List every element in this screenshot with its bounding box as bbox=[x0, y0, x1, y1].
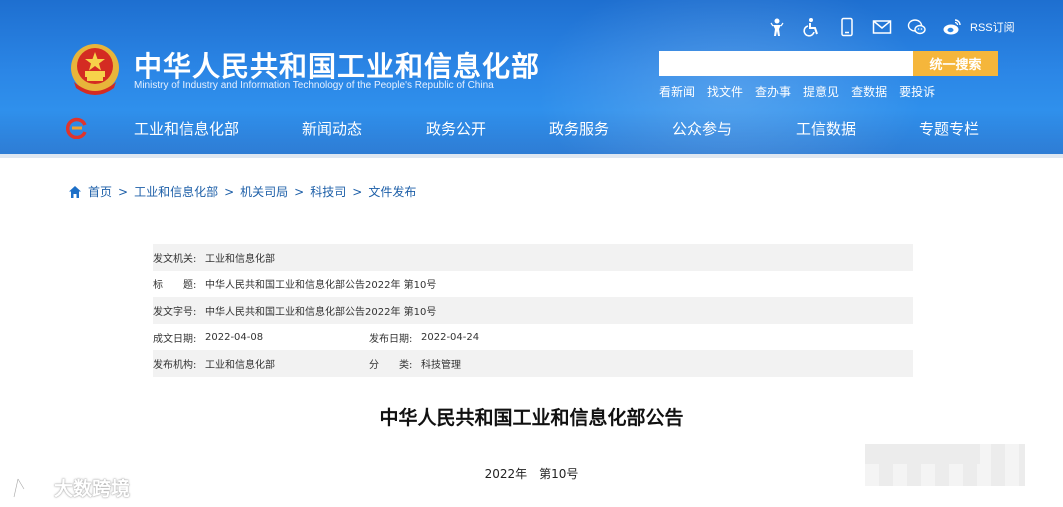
title-value: 中华人民共和国工业和信息化部公告2022年 第10号 bbox=[205, 280, 437, 292]
weibo-icon[interactable] bbox=[941, 16, 963, 38]
home-icon[interactable] bbox=[68, 185, 82, 199]
blurred-region bbox=[865, 444, 980, 464]
china-e-gov-logo-icon[interactable] bbox=[66, 117, 88, 139]
quick-link-services[interactable]: 查办事 bbox=[755, 83, 791, 100]
breadcrumb: 首页 > 工业和信息化部 > 机关司局 > 科技司 > 文件发布 bbox=[68, 183, 416, 200]
watermark-logo-icon bbox=[12, 477, 47, 498]
doc-no-label: 发文字号: bbox=[153, 306, 197, 318]
breadcrumb-separator: > bbox=[118, 184, 129, 199]
nav-item-public-participation[interactable]: 公众参与 bbox=[672, 118, 732, 139]
document-no: 第10号 bbox=[539, 467, 579, 481]
breadcrumb-science-dept[interactable]: 科技司 bbox=[310, 183, 346, 200]
search-button[interactable]: 统一搜索 bbox=[913, 51, 998, 76]
top-tools: RSS订阅 bbox=[766, 14, 1015, 40]
breadcrumb-home[interactable]: 首页 bbox=[88, 183, 112, 200]
meta-row-doc-no: 发文字号: 中华人民共和国工业和信息化部公告2022年 第10号 bbox=[153, 297, 913, 324]
issuer-value: 工业和信息化部 bbox=[205, 253, 275, 265]
org-value: 工业和信息化部 bbox=[205, 360, 275, 372]
quick-link-news[interactable]: 看新闻 bbox=[659, 83, 695, 100]
site-header: 中华人民共和国工业和信息化部 Ministry of Industry and … bbox=[0, 0, 1063, 158]
document-year: 2022年 bbox=[484, 467, 528, 481]
header-divider bbox=[0, 154, 1063, 158]
nav-item-gov-affairs[interactable]: 政务公开 bbox=[426, 118, 486, 139]
watermark: 大数跨境 bbox=[10, 474, 130, 501]
nav-item-news[interactable]: 新闻动态 bbox=[302, 118, 362, 139]
doc-no-value: 中华人民共和国工业和信息化部公告2022年 第10号 bbox=[205, 306, 437, 318]
search-input[interactable] bbox=[659, 51, 913, 76]
breadcrumb-ministry[interactable]: 工业和信息化部 bbox=[134, 183, 218, 200]
breadcrumb-departments[interactable]: 机关司局 bbox=[240, 183, 288, 200]
created-label: 成文日期: bbox=[153, 333, 197, 345]
accessibility-icon[interactable] bbox=[801, 16, 823, 38]
meta-row-title: 标 题: 中华人民共和国工业和信息化部公告2022年 第10号 bbox=[153, 271, 913, 298]
national-emblem-icon bbox=[71, 44, 119, 95]
quick-link-files[interactable]: 找文件 bbox=[707, 83, 743, 100]
nav-item-data[interactable]: 工信数据 bbox=[796, 118, 856, 139]
watermark-text: 大数跨境 bbox=[54, 478, 131, 500]
document-title: 中华人民共和国工业和信息化部公告 bbox=[379, 407, 684, 429]
issuer-label: 发文机关: bbox=[153, 253, 197, 265]
quick-link-suggestions[interactable]: 提意见 bbox=[803, 83, 839, 100]
title-label: 标 题: bbox=[153, 280, 197, 292]
document-meta-table: 发文机关: 工业和信息化部 标 题: 中华人民共和国工业和信息化部公告2022年… bbox=[153, 244, 913, 377]
published-value: 2022-04-24 bbox=[421, 331, 480, 343]
site-title[interactable]: 中华人民共和国工业和信息化部 bbox=[134, 45, 540, 85]
nav-item-gov-services[interactable]: 政务服务 bbox=[549, 118, 609, 139]
site-subtitle: Ministry of Industry and Information Tec… bbox=[134, 80, 494, 91]
meta-row-issuer: 发文机关: 工业和信息化部 bbox=[153, 244, 913, 271]
mobile-icon[interactable] bbox=[836, 16, 858, 38]
wechat-icon[interactable] bbox=[906, 16, 928, 38]
breadcrumb-file-release[interactable]: 文件发布 bbox=[368, 183, 416, 200]
org-label: 发布机构: bbox=[153, 360, 197, 372]
nav-item-ministry[interactable]: 工业和信息化部 bbox=[134, 118, 239, 139]
nav-item-special-topics[interactable]: 专题专栏 bbox=[919, 118, 979, 139]
published-label: 发布日期: bbox=[369, 333, 413, 345]
mail-icon[interactable] bbox=[871, 16, 893, 38]
quick-links: 看新闻 找文件 查办事 提意见 查数据 要投诉 bbox=[659, 83, 935, 100]
meta-row-dates: 成文日期: 2022-04-08 发布日期: 2022-04-24 bbox=[153, 324, 913, 351]
category-label: 分 类: bbox=[369, 360, 413, 372]
elder-mode-icon[interactable] bbox=[766, 16, 788, 38]
category-value: 科技管理 bbox=[421, 360, 461, 372]
rss-link[interactable]: RSS订阅 bbox=[970, 19, 1015, 35]
created-value: 2022-04-08 bbox=[205, 331, 264, 343]
quick-link-complaints[interactable]: 要投诉 bbox=[899, 83, 935, 100]
breadcrumb-separator: > bbox=[352, 184, 363, 199]
breadcrumb-separator: > bbox=[294, 184, 305, 199]
meta-row-org: 发布机构: 工业和信息化部 分 类: 科技管理 bbox=[153, 350, 913, 377]
quick-link-data[interactable]: 查数据 bbox=[851, 83, 887, 100]
breadcrumb-separator: > bbox=[224, 184, 235, 199]
main-nav: 工业和信息化部 新闻动态 政务公开 政务服务 公众参与 工信数据 专题专栏 bbox=[100, 113, 1063, 145]
